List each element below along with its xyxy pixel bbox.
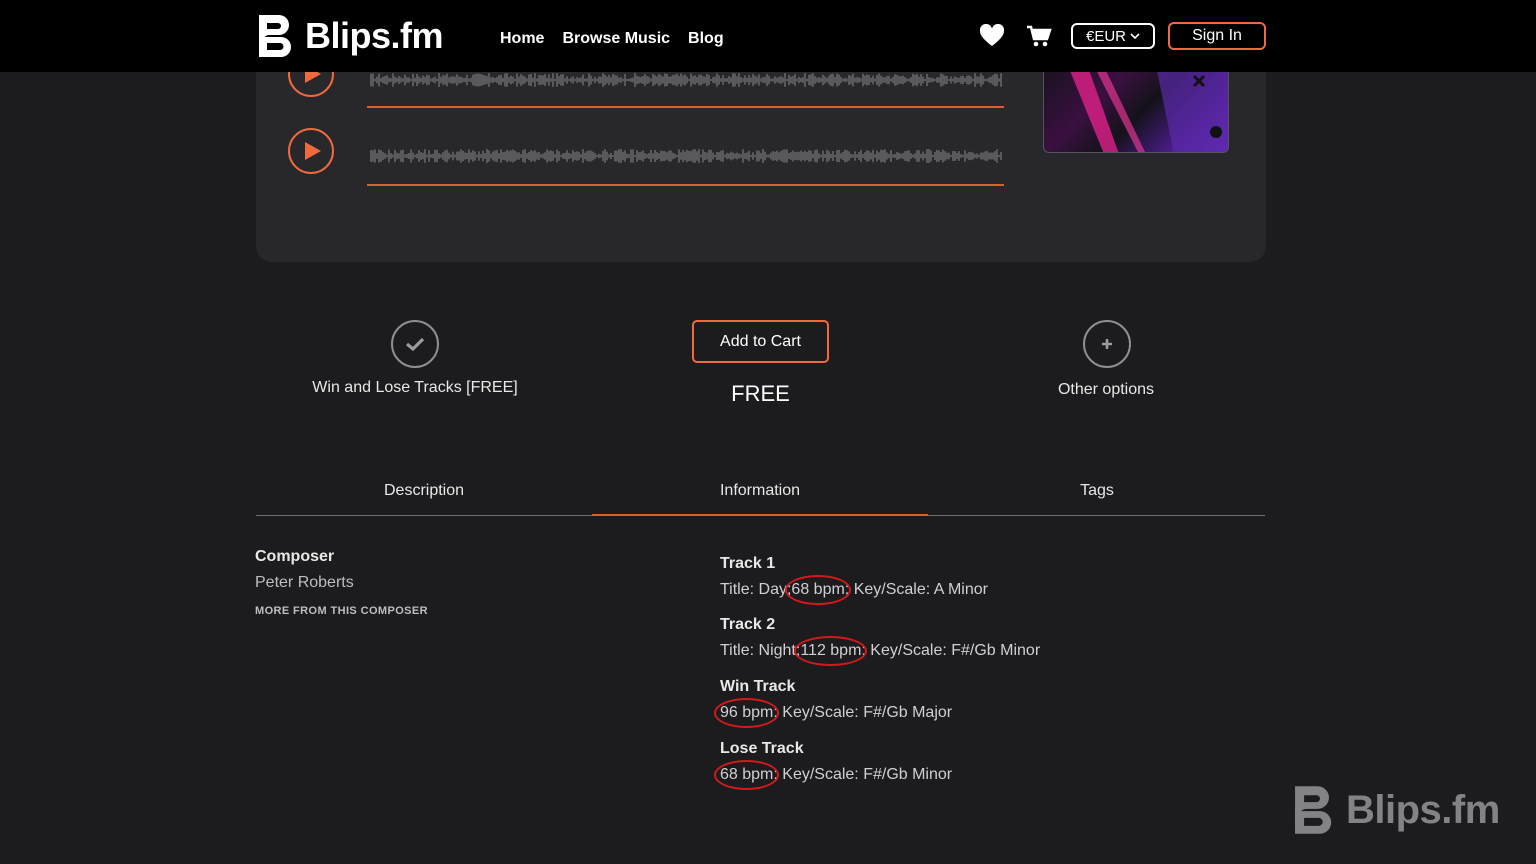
track-name: Title: Night;: [720, 642, 801, 659]
currency-selector[interactable]: €EUR: [1071, 23, 1155, 49]
play-icon: [305, 142, 321, 160]
plus-icon: [1102, 339, 1112, 349]
track-info-2: Track 2 Title: Night;112 bpm; Key/Scale:…: [720, 616, 1041, 666]
waveform-track-2[interactable]: [367, 146, 1004, 166]
sign-in-button[interactable]: Sign In: [1168, 22, 1266, 50]
tab-tags[interactable]: Tags: [929, 478, 1265, 516]
track-info-1: Track 1 Title: Day;68 bpm; Key/Scale: A …: [720, 555, 988, 605]
main-nav: Home Browse Music Blog: [500, 30, 724, 48]
waveform-progress-line: [367, 184, 1004, 186]
track-key: ; Key/Scale: A Minor: [844, 581, 988, 598]
track-key: ; Key/Scale: F#/Gb Minor: [861, 642, 1041, 659]
track-title: Lose Track: [720, 740, 804, 757]
composer-name-link[interactable]: Peter Roberts: [255, 574, 354, 592]
bpm-highlight: 68 bpm: [785, 575, 852, 605]
bpm-highlight: 68 bpm: [713, 760, 780, 790]
bpm-highlight: 96 bpm: [713, 698, 780, 728]
bpm-highlight: 112 bpm: [794, 636, 868, 666]
add-to-cart-button[interactable]: Add to Cart: [692, 320, 829, 363]
track-details: 68 bpm; Key/Scale: F#/Gb Minor: [713, 760, 953, 790]
tab-information[interactable]: Information: [592, 478, 928, 516]
more-from-composer-link[interactable]: MORE FROM THIS COMPOSER: [255, 605, 428, 617]
track-title: Track 1: [720, 555, 776, 572]
chevron-down-icon: [1130, 33, 1140, 40]
track-info-lose: Lose Track 68 bpm; Key/Scale: F#/Gb Mino…: [713, 740, 953, 790]
track-key: ; Key/Scale: F#/Gb Minor: [773, 766, 953, 783]
track-details: Title: Night;112 bpm; Key/Scale: F#/Gb M…: [720, 636, 1041, 666]
nav-blog[interactable]: Blog: [688, 30, 724, 48]
heart-icon[interactable]: [979, 24, 1005, 48]
track-details: Title: Day;68 bpm; Key/Scale: A Minor: [720, 575, 988, 605]
top-navigation-bar: Blips.fm Home Browse Music Blog €EUR Sig…: [0, 0, 1536, 72]
logo-text: Blips.fm: [305, 15, 444, 56]
logo[interactable]: Blips.fm: [255, 13, 444, 59]
blips-logo-icon: [259, 15, 291, 57]
track-title: Track 2: [720, 616, 776, 633]
selected-license-label: Win and Lose Tracks [FREE]: [312, 379, 518, 396]
check-icon: [405, 337, 425, 352]
track-title: Win Track: [720, 678, 796, 695]
currency-label: €EUR: [1085, 27, 1126, 45]
tab-description[interactable]: Description: [256, 478, 592, 516]
waveform-progress-line: [367, 106, 1004, 108]
nav-browse-music[interactable]: Browse Music: [562, 30, 670, 48]
track-details: 96 bpm; Key/Scale: F#/Gb Major: [713, 698, 953, 728]
selected-option-check[interactable]: [391, 320, 439, 368]
play-button-track-2[interactable]: [288, 128, 334, 174]
composer-heading: Composer: [255, 548, 335, 565]
track-info-win: Win Track 96 bpm; Key/Scale: F#/Gb Major: [713, 678, 953, 728]
track-name: Title: Day;: [720, 581, 792, 598]
watermark-text: Blips.fm: [1346, 787, 1500, 832]
other-options-label: Other options: [1057, 381, 1155, 398]
nav-home[interactable]: Home: [500, 30, 544, 48]
blips-logo-icon: [1295, 786, 1332, 834]
waveform-track-1[interactable]: [367, 70, 1004, 90]
other-options-button[interactable]: [1083, 320, 1131, 368]
info-tabs: Description Information Tags: [256, 478, 1265, 516]
track-key: ; Key/Scale: F#/Gb Major: [773, 704, 953, 721]
cart-icon[interactable]: [1026, 24, 1052, 48]
price-label: FREE: [731, 381, 790, 406]
watermark: Blips.fm: [1290, 784, 1500, 836]
